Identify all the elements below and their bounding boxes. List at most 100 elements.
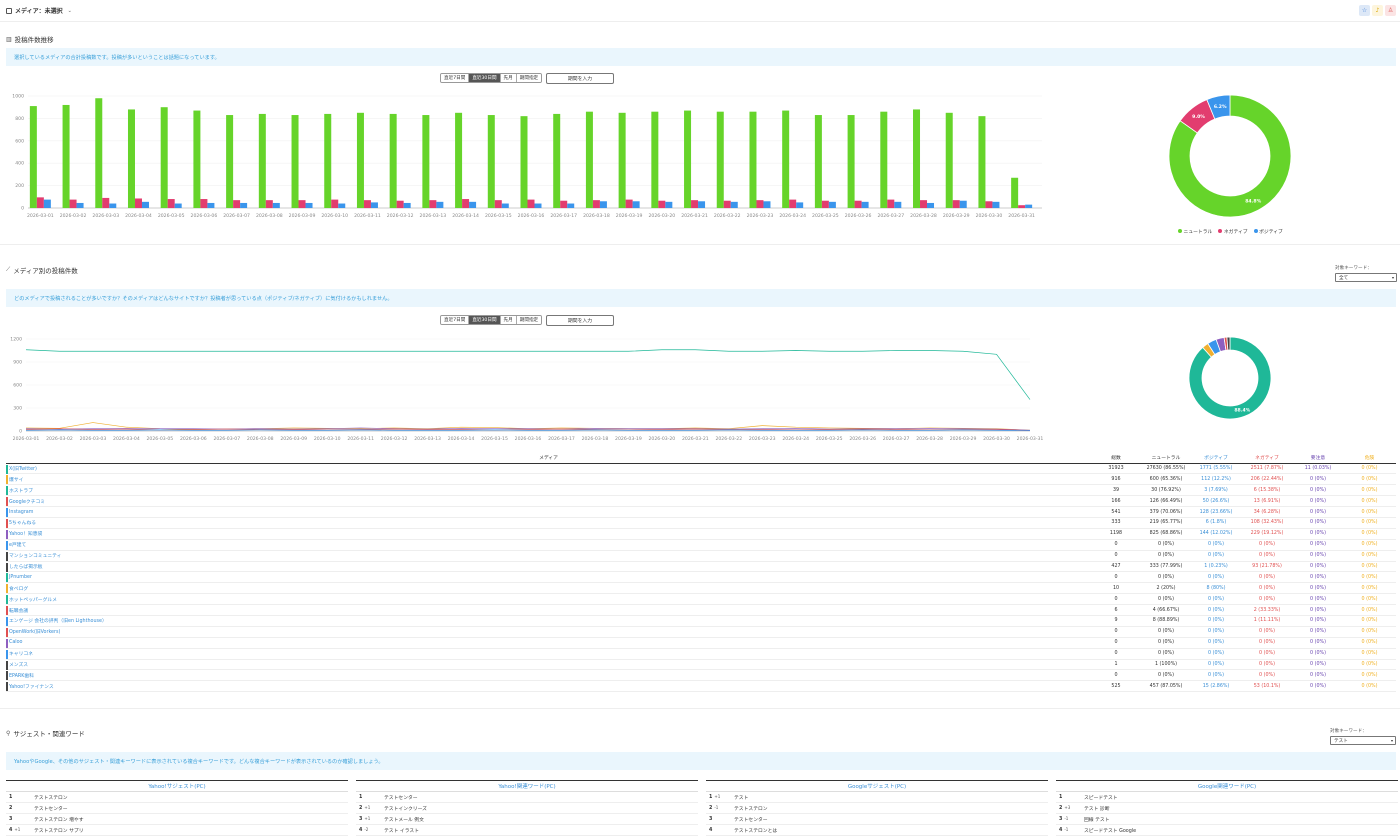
media-name-link[interactable]: メンズス xyxy=(6,659,1091,671)
x-tick-label: 2026-03-30 xyxy=(976,213,1003,219)
bar xyxy=(520,116,528,208)
cell-danger: 0 (0%) xyxy=(1343,669,1396,682)
media-color-bar xyxy=(6,606,8,616)
cell-negative: 34 (6.28%) xyxy=(1241,506,1293,518)
bar xyxy=(62,104,70,208)
cell-total: 0 xyxy=(1091,550,1141,562)
media-color-bar xyxy=(6,616,8,626)
media-name-link[interactable]: Instagram xyxy=(6,506,1091,518)
media-name-link[interactable]: OpenWork(旧Vorkers) xyxy=(6,626,1091,638)
suggest-rank: 4 xyxy=(706,828,734,833)
bell-icon[interactable]: ♪ xyxy=(1372,5,1383,16)
date-range-input-1[interactable]: 期間を入力 xyxy=(546,73,614,84)
media-name-text: メンズス xyxy=(9,662,29,668)
suggest-keyword: テストセンター xyxy=(34,806,68,812)
period-custom-button[interactable]: 期間指定 xyxy=(516,74,542,82)
suggest-keyword-select[interactable]: テスト ▾ xyxy=(1330,736,1396,745)
keyword-select[interactable]: 全て ▾ xyxy=(1335,273,1397,282)
cell-neutral: 0 (0%) xyxy=(1141,669,1191,682)
rank-change: +1 xyxy=(364,816,371,821)
legend-positive[interactable]: ポジティブ xyxy=(1253,228,1283,235)
media-name-link[interactable]: JPnumber xyxy=(6,571,1091,584)
cell-danger: 0 (0%) xyxy=(1343,550,1396,562)
legend-negative[interactable]: ネガティブ xyxy=(1218,228,1248,235)
bar xyxy=(599,201,607,208)
dropdown-arrow-icon: ▾ xyxy=(1390,738,1393,743)
bar xyxy=(782,110,790,208)
suggest-keyword: テストメール 例文 xyxy=(384,817,424,823)
media-name-link[interactable]: ホットペッパーグルメ xyxy=(6,593,1091,606)
media-name-link[interactable]: Googleクチコミ xyxy=(6,495,1091,508)
bar xyxy=(305,202,313,208)
cell-warning: 0 (0%) xyxy=(1293,561,1343,573)
media-name-link[interactable]: マンションコミュニティ xyxy=(6,550,1091,562)
media-name-link[interactable]: 食べログ xyxy=(6,582,1091,595)
media-name-link[interactable]: X(旧Twitter) xyxy=(6,463,1091,475)
y-tick-label: 400 xyxy=(15,161,24,167)
media-name-link[interactable]: Yahoo！知恵袋 xyxy=(6,528,1091,540)
x-tick-label: 2026-03-06 xyxy=(191,213,218,219)
media-name-link[interactable]: 転職会議 xyxy=(6,604,1091,616)
dropdown-arrow-icon: ▾ xyxy=(1391,275,1394,280)
period-button-group-1: 直近7日間 直近30日間 先月 期間指定 xyxy=(440,73,543,83)
suggest-keyword: 回線 テスト xyxy=(1084,817,1110,823)
date-range-input-2[interactable]: 期間を入力 xyxy=(546,315,614,326)
period-7days-button[interactable]: 直近7日間 xyxy=(441,74,470,82)
bar xyxy=(723,200,731,208)
suggest-rank: 4 +1 xyxy=(6,827,34,833)
x-tick-label: 2026-03-31 xyxy=(1017,436,1044,442)
bar xyxy=(978,116,986,208)
suggest-rank: 3 xyxy=(6,817,34,822)
x-tick-label: 2026-03-22 xyxy=(714,213,741,219)
media-name-link[interactable]: e戸建て xyxy=(6,539,1091,551)
checkbox-icon xyxy=(6,7,12,14)
bar xyxy=(913,109,921,208)
user-icon[interactable]: ♙ xyxy=(1385,5,1396,16)
x-tick-label: 2026-03-16 xyxy=(515,436,542,442)
period-7days-button[interactable]: 直近7日間 xyxy=(441,316,470,324)
media-name-link[interactable]: 5ちゃんねる xyxy=(6,517,1091,529)
bar xyxy=(749,111,757,208)
media-name-link[interactable]: EPARK歯科 xyxy=(6,669,1091,682)
suggest-block-title: Googleサジェスト(PC) xyxy=(706,780,1048,792)
rank-number: 1 xyxy=(709,795,713,800)
media-name-text: X(旧Twitter) xyxy=(9,466,37,472)
period-custom-button[interactable]: 期間指定 xyxy=(516,316,542,324)
suggest-keyword: テスト 診断 xyxy=(1084,806,1110,812)
media-name-link[interactable]: したらば掲示板 xyxy=(6,561,1091,573)
y-tick-label: 800 xyxy=(15,116,24,122)
media-name-link[interactable]: 爆サイ xyxy=(6,473,1091,486)
bar xyxy=(553,113,561,208)
th-danger: 危険 xyxy=(1343,452,1396,464)
x-tick-label: 2026-03-23 xyxy=(749,436,776,442)
x-tick-label: 2026-03-06 xyxy=(180,436,207,442)
period-30days-button[interactable]: 直近30日間 xyxy=(469,74,501,82)
period-30days-button[interactable]: 直近30日間 xyxy=(469,316,501,324)
media-selector[interactable]: メディア：未選択 ⌄ xyxy=(6,6,72,15)
cell-total: 9 xyxy=(1091,615,1141,627)
bar xyxy=(36,197,44,208)
media-name-link[interactable]: キャリコネ xyxy=(6,648,1091,660)
media-name-link[interactable]: Caloo xyxy=(6,637,1091,649)
legend-neutral[interactable]: ニュートラル xyxy=(1178,228,1212,235)
media-name-link[interactable]: エンゲージ 会社の評判（旧en Lighthouse） xyxy=(6,615,1091,627)
bar xyxy=(127,109,135,208)
media-name-link[interactable]: ホストラブ xyxy=(6,484,1091,497)
cell-positive: 1 (0.23%) xyxy=(1191,561,1241,573)
x-tick-label: 2026-03-27 xyxy=(877,213,904,219)
x-tick-label: 2026-03-13 xyxy=(414,436,441,442)
cell-total: 0 xyxy=(1091,669,1141,682)
table-row: EPARK歯科 0 0 (0%) 0 (0%) 0 (0%) 0 (0%) 0 (0%) xyxy=(6,669,1396,682)
suggest-rank: 4 -1 xyxy=(1056,827,1084,833)
table-row: 爆サイ 916 600 (65.36%) 112 (12.2%) 206 (22.44%… xyxy=(6,473,1396,486)
cell-total: 525 xyxy=(1091,680,1141,693)
media-name-link[interactable]: Yahoo!ファイナンス xyxy=(6,680,1091,693)
bar xyxy=(134,198,142,208)
star-icon[interactable]: ☆ xyxy=(1359,5,1370,16)
suggest-keyword: テストステロンとは xyxy=(734,828,778,834)
bar xyxy=(887,199,895,208)
period-last-month-button[interactable]: 先月 xyxy=(500,316,517,324)
period-last-month-button[interactable]: 先月 xyxy=(500,74,517,82)
keyword-label: 対象キーワード： xyxy=(1330,729,1367,734)
bar-chart-icon: ▥ xyxy=(6,35,12,43)
